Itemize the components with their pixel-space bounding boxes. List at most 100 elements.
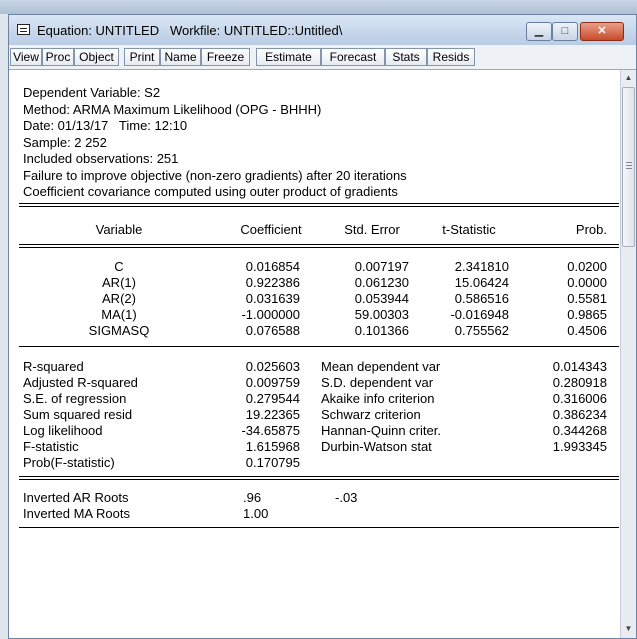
stat-label: S.E. of regression	[23, 391, 127, 406]
variable-name: MA(1)	[101, 307, 137, 322]
stat-label: Sum squared resid	[23, 407, 133, 422]
stat-label: R-squared	[23, 359, 84, 374]
variable-name: AR(2)	[102, 291, 136, 306]
equation-window[interactable]: Equation: UNTITLED Workfile: UNTITLED::U…	[8, 14, 637, 639]
object-button[interactable]: Object	[74, 48, 119, 66]
col-header-t-statistic: t-Statistic	[442, 222, 496, 237]
date-line: Date: 01/13/17 Time: 12:10	[23, 118, 188, 133]
stat-label: Hannan-Quinn criter.	[321, 423, 441, 438]
title-bar[interactable]: Equation: UNTITLED Workfile: UNTITLED::U…	[9, 15, 636, 45]
stat-value: 1.993345	[552, 439, 607, 454]
stat-label: Akaike info criterion	[321, 391, 435, 406]
coefficient-value: 0.076588	[245, 323, 300, 338]
stat-label: Durbin-Watson stat	[321, 439, 432, 454]
coefficient-value: -1.000000	[241, 307, 300, 322]
method-line: Method: ARMA Maximum Likelihood (OPG - B…	[23, 101, 322, 117]
stat-value: 0.280918	[552, 375, 607, 390]
stat-value: 0.170795	[245, 455, 300, 470]
stat-value: 0.279544	[245, 391, 300, 406]
window-menu-icon[interactable]	[17, 24, 30, 35]
scroll-down-arrow-icon[interactable]: ▼	[621, 621, 636, 636]
col-header-std-error: Std. Error	[344, 222, 400, 237]
vertical-scrollbar[interactable]: ▲ ▼	[620, 70, 636, 638]
variable-name: AR(1)	[102, 275, 136, 290]
estimation-header: Dependent Variable: S2 Method: ARMA Maxi…	[23, 85, 407, 201]
stats-button[interactable]: Stats	[385, 48, 427, 66]
background-window-strip	[0, 0, 637, 14]
freeze-button[interactable]: Freeze	[201, 48, 250, 66]
estimate-button[interactable]: Estimate	[256, 48, 321, 66]
t-statistic-value: 2.341810	[454, 259, 509, 274]
output-pane[interactable]: Dependent Variable: S2 Method: ARMA Maxi…	[9, 70, 620, 638]
stat-label: Log likelihood	[23, 423, 103, 438]
minimize-button[interactable]: ▁	[526, 22, 552, 41]
divider	[19, 346, 619, 347]
t-statistic-value: 15.06424	[454, 275, 509, 290]
divider	[19, 527, 619, 528]
ar-root-value: .96	[243, 490, 262, 505]
stat-label: Prob(F-statistic)	[23, 455, 115, 470]
close-button[interactable]: ✕	[580, 22, 624, 41]
ma-root-value: 1.00	[243, 506, 269, 521]
sample-line: Sample: 2 252	[23, 134, 107, 150]
print-button[interactable]: Print	[124, 48, 160, 66]
coefficient-value: 0.031639	[245, 291, 300, 306]
ar-root-value: -.03	[335, 490, 358, 505]
col-header-variable: Variable	[95, 222, 143, 237]
col-header-coefficient: Coefficient	[240, 222, 302, 237]
divider	[19, 476, 619, 477]
stat-value: 19.22365	[245, 407, 300, 422]
minimize-icon: ▁	[534, 25, 544, 37]
prob-value: 0.0000	[567, 275, 607, 290]
divider	[19, 247, 619, 248]
coefficient-value: 0.922386	[245, 275, 300, 290]
prob-value: 0.9865	[567, 307, 607, 322]
scrollbar-thumb[interactable]	[622, 87, 635, 247]
grip-line	[626, 165, 632, 166]
variable-name: C	[114, 259, 124, 274]
ma-roots-label: Inverted MA Roots	[23, 506, 130, 521]
convergence-line: Failure to improve objective (non-zero g…	[23, 167, 407, 183]
prob-value: 0.4506	[567, 323, 607, 338]
prob-value: 0.5581	[567, 291, 607, 306]
stat-value: 1.615968	[245, 439, 300, 454]
covariance-line: Coefficient covariance computed using ou…	[23, 184, 398, 199]
divider	[19, 479, 619, 480]
grip-line	[626, 168, 632, 169]
maximize-button[interactable]: □	[552, 22, 578, 41]
resids-button[interactable]: Resids	[427, 48, 475, 66]
stat-value: 0.025603	[245, 359, 300, 374]
t-statistic-value: 0.586516	[454, 291, 509, 306]
toolbar: View Proc Object Print Name Freeze Estim…	[9, 45, 636, 70]
forecast-button[interactable]: Forecast	[321, 48, 385, 66]
prob-value: 0.0200	[567, 259, 607, 274]
t-statistic-value: 0.755562	[454, 323, 509, 338]
col-header-prob: Prob.	[575, 222, 607, 237]
maximize-icon: □	[561, 25, 569, 37]
observations-line: Included observations: 251	[23, 151, 179, 166]
stat-label: S.D. dependent var	[321, 375, 434, 390]
std-error-value: 0.053944	[354, 291, 409, 306]
stat-value: -34.65875	[241, 423, 300, 438]
std-error-value: 0.007197	[354, 259, 409, 274]
ar-roots-label: Inverted AR Roots	[23, 490, 129, 505]
t-statistic-value: -0.016948	[450, 307, 509, 322]
stat-value: 0.316006	[552, 391, 607, 406]
std-error-value: 0.061230	[354, 275, 409, 290]
dependent-variable-line: Dependent Variable: S2	[23, 85, 161, 100]
stat-label: Schwarz criterion	[321, 407, 421, 422]
stat-value: 0.386234	[552, 407, 607, 422]
variable-name: SIGMASQ	[88, 323, 150, 338]
view-button[interactable]: View	[10, 48, 42, 66]
proc-button[interactable]: Proc	[42, 48, 74, 66]
stat-label: Mean dependent var	[321, 359, 441, 374]
stat-value: 0.009759	[245, 375, 300, 390]
divider	[19, 244, 619, 245]
grip-line	[626, 162, 632, 163]
name-button[interactable]: Name	[160, 48, 201, 66]
window-title: Equation: UNTITLED Workfile: UNTITLED::U…	[37, 23, 343, 38]
close-icon: ✕	[597, 25, 607, 37]
stat-value: 0.014343	[552, 359, 607, 374]
scroll-up-arrow-icon[interactable]: ▲	[621, 70, 636, 85]
divider	[19, 206, 619, 207]
